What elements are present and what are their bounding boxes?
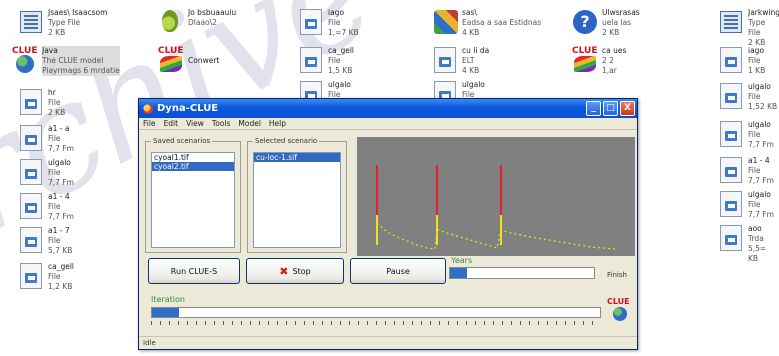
document-icon (18, 88, 44, 116)
help-icon: ? (572, 8, 598, 36)
selected-scenario-title: Selected scenario (253, 137, 320, 145)
desktop-icon[interactable]: ca_gell File 1,5 KB (298, 46, 418, 76)
desktop-icon[interactable]: ? Ulwsrasas uela las 2 KB (572, 8, 692, 38)
document-icon (18, 226, 44, 254)
desktop-icon[interactable]: ulgalo File 7,7 Fm (18, 158, 138, 188)
document-icon (18, 262, 44, 290)
document-icon (18, 192, 44, 220)
years-progress-fill (450, 268, 468, 278)
selected-scenario-group: Selected scenario cu-loc-1.sif (247, 137, 347, 253)
stop-x-icon: ✖ (279, 264, 289, 278)
desktop-icon[interactable]: a1 - 4 File 7,7 Fm (718, 156, 778, 186)
desktop-icon-conwert[interactable]: CLUE Conwert (158, 46, 278, 74)
status-bar: Idle (139, 336, 637, 349)
desktop-icon[interactable]: CLUE ca ues 2 2 1,ar (572, 46, 692, 76)
document-icon (718, 224, 744, 252)
desktop-icon[interactable]: Jarkwing Type File 2 KB (718, 8, 779, 48)
menu-model[interactable]: Model (238, 118, 261, 129)
simulation-graph (357, 137, 635, 256)
clue-logo-icon: CLUE (158, 46, 184, 74)
decay-trace (376, 222, 616, 250)
iteration-progress-fill (152, 308, 179, 317)
menu-view[interactable]: View (186, 118, 204, 129)
document-icon (298, 46, 324, 74)
close-button[interactable]: X (620, 101, 635, 116)
desktop-icon[interactable]: ca_gell File 1,2 KB (18, 262, 138, 292)
document-icon (18, 158, 44, 186)
menu-help[interactable]: Help (269, 118, 286, 129)
desktop-icon[interactable]: a1 - 4 File 7,7 Fm (18, 192, 138, 222)
years-progress-bar (449, 267, 595, 279)
spreadsheet-icon (718, 8, 744, 36)
pause-button[interactable]: Pause (350, 258, 446, 284)
maximize-button[interactable]: □ (603, 101, 618, 116)
window-titlebar[interactable]: Dyna-CLUE _ □ X (139, 99, 637, 118)
clue-logo-icon: CLUE (607, 297, 633, 327)
app-icon (143, 103, 153, 114)
menu-bar: File Edit View Tools Model Help (139, 118, 637, 130)
saved-scenarios-list[interactable]: cyoal1.tif cyoal2.tif (151, 152, 235, 248)
document-icon (18, 124, 44, 152)
menu-edit[interactable]: Edit (164, 118, 179, 129)
list-item[interactable]: cu-loc-1.sif (254, 153, 340, 162)
desktop-icon[interactable]: aoo Trda 5,5= KB (718, 224, 778, 264)
spreadsheet-icon (18, 8, 44, 36)
desktop-icon[interactable]: ulgalo File 7,7 Fm (718, 120, 778, 150)
desktop-icon[interactable]: iago File 1 KB (718, 46, 778, 76)
document-icon (432, 46, 458, 74)
pear-app-icon (158, 8, 184, 36)
desktop-icon[interactable]: Jsaes\ Isaacsom Type File 2 KB (18, 8, 138, 38)
years-label: Years (451, 256, 473, 265)
document-icon (298, 8, 324, 36)
dyna-clue-window: Dyna-CLUE _ □ X File Edit View Tools Mod… (138, 98, 638, 350)
selected-scenario-list[interactable]: cu-loc-1.sif (253, 152, 341, 248)
desktop-icon[interactable]: ulgalo File 1,52 KB (718, 82, 778, 112)
menu-file[interactable]: File (143, 118, 156, 129)
status-text: Idle (143, 339, 156, 347)
desktop-icon[interactable]: iago File 1,=7 KB (298, 8, 418, 38)
desktop-icon-java[interactable]: CLUE Java The CLUE model Piayrmags 6 mrdat… (12, 46, 132, 76)
cubes-app-icon (432, 8, 458, 36)
desktop-icon[interactable]: ulgalo File 7,7 Fm (718, 190, 778, 220)
document-icon (718, 156, 744, 184)
document-icon (718, 190, 744, 218)
iteration-label: Iteration (151, 295, 185, 304)
desktop-icon[interactable]: Jo bsbuaauiu Dlaao\2 (158, 8, 278, 36)
iteration-progress-bar (151, 307, 601, 318)
menu-tools[interactable]: Tools (212, 118, 230, 129)
list-item[interactable]: cyoal1.tif (152, 153, 234, 162)
globe-icon (613, 307, 627, 321)
document-icon (718, 46, 744, 74)
desktop-icon[interactable]: hr File 2 KB (18, 88, 138, 118)
desktop-icon[interactable]: a1 - a File 7,7 Fm (18, 124, 138, 154)
run-clue-s-button[interactable]: Run CLUE-S (148, 258, 240, 284)
clue-globe-icon: CLUE (12, 46, 38, 74)
list-item[interactable]: cyoal2.tif (152, 162, 234, 171)
desktop-icon[interactable]: a1 - 7 File 5,7 KB (18, 226, 138, 256)
window-title: Dyna-CLUE (157, 103, 219, 114)
desktop-icon[interactable]: cu li da ELT 4 KB (432, 46, 552, 76)
stop-button[interactable]: ✖ Stop (246, 258, 344, 284)
document-icon (718, 120, 744, 148)
minimize-button[interactable]: _ (586, 101, 601, 116)
saved-scenarios-group: Saved scenarios cyoal1.tif cyoal2.tif (145, 137, 241, 253)
saved-scenarios-title: Saved scenarios (151, 137, 213, 145)
iteration-ticks (151, 321, 601, 325)
document-icon (718, 82, 744, 110)
clue-logo-icon: CLUE (572, 46, 598, 74)
finish-label: Finish (607, 271, 627, 279)
desktop-icon[interactable]: sas\ Eadsa a saa Estidnas 4 KB (432, 8, 552, 38)
